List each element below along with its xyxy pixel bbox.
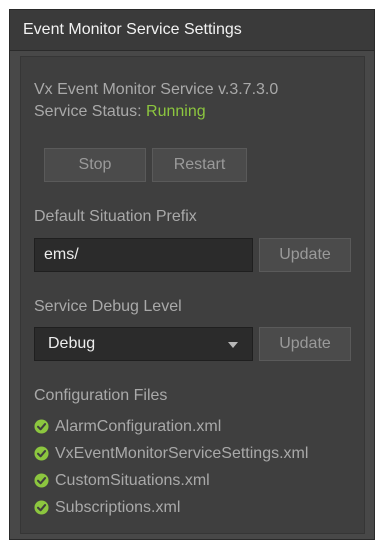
dropdown-arrow-icon <box>228 342 238 348</box>
situation-prefix-label: Default Situation Prefix <box>34 208 197 225</box>
panel-title: Event Monitor Service Settings <box>10 10 374 51</box>
config-file-item: VxEventMonitorServiceSettings.xml <box>34 440 308 467</box>
update-debug-level-button[interactable]: Update <box>259 327 351 361</box>
situation-prefix-input[interactable]: ems/ <box>34 238 253 272</box>
debug-level-selected: Debug <box>48 335 96 352</box>
debug-level-label: Service Debug Level <box>34 298 182 315</box>
restart-button[interactable]: Restart <box>152 148 247 182</box>
debug-level-select[interactable]: Debug <box>34 327 253 361</box>
config-file-item: AlarmConfiguration.xml <box>34 413 308 440</box>
update-prefix-button[interactable]: Update <box>259 238 351 272</box>
check-circle-icon <box>34 473 49 488</box>
config-file-item: CustomSituations.xml <box>34 467 308 494</box>
stop-button[interactable]: Stop <box>44 148 146 182</box>
service-name-version: Vx Event Monitor Service v.3.7.3.0 <box>34 81 279 98</box>
config-files-label: Configuration Files <box>34 387 168 404</box>
config-file-name: AlarmConfiguration.xml <box>55 417 222 435</box>
config-files-list: AlarmConfiguration.xml VxEventMonitorSer… <box>34 413 308 521</box>
service-status: Service Status: Running <box>34 103 206 121</box>
settings-panel: Event Monitor Service Settings Vx Event … <box>9 9 375 540</box>
config-file-item: Subscriptions.xml <box>34 494 308 521</box>
config-file-name: CustomSituations.xml <box>55 471 210 489</box>
check-circle-icon <box>34 419 49 434</box>
check-circle-icon <box>34 446 49 461</box>
config-file-name: Subscriptions.xml <box>55 498 181 516</box>
service-status-value: Running <box>146 103 206 120</box>
settings-content: Vx Event Monitor Service v.3.7.3.0 Servi… <box>20 56 365 534</box>
config-file-name: VxEventMonitorServiceSettings.xml <box>55 444 309 462</box>
service-status-label: Service Status: <box>34 103 147 120</box>
check-circle-icon <box>34 500 49 515</box>
